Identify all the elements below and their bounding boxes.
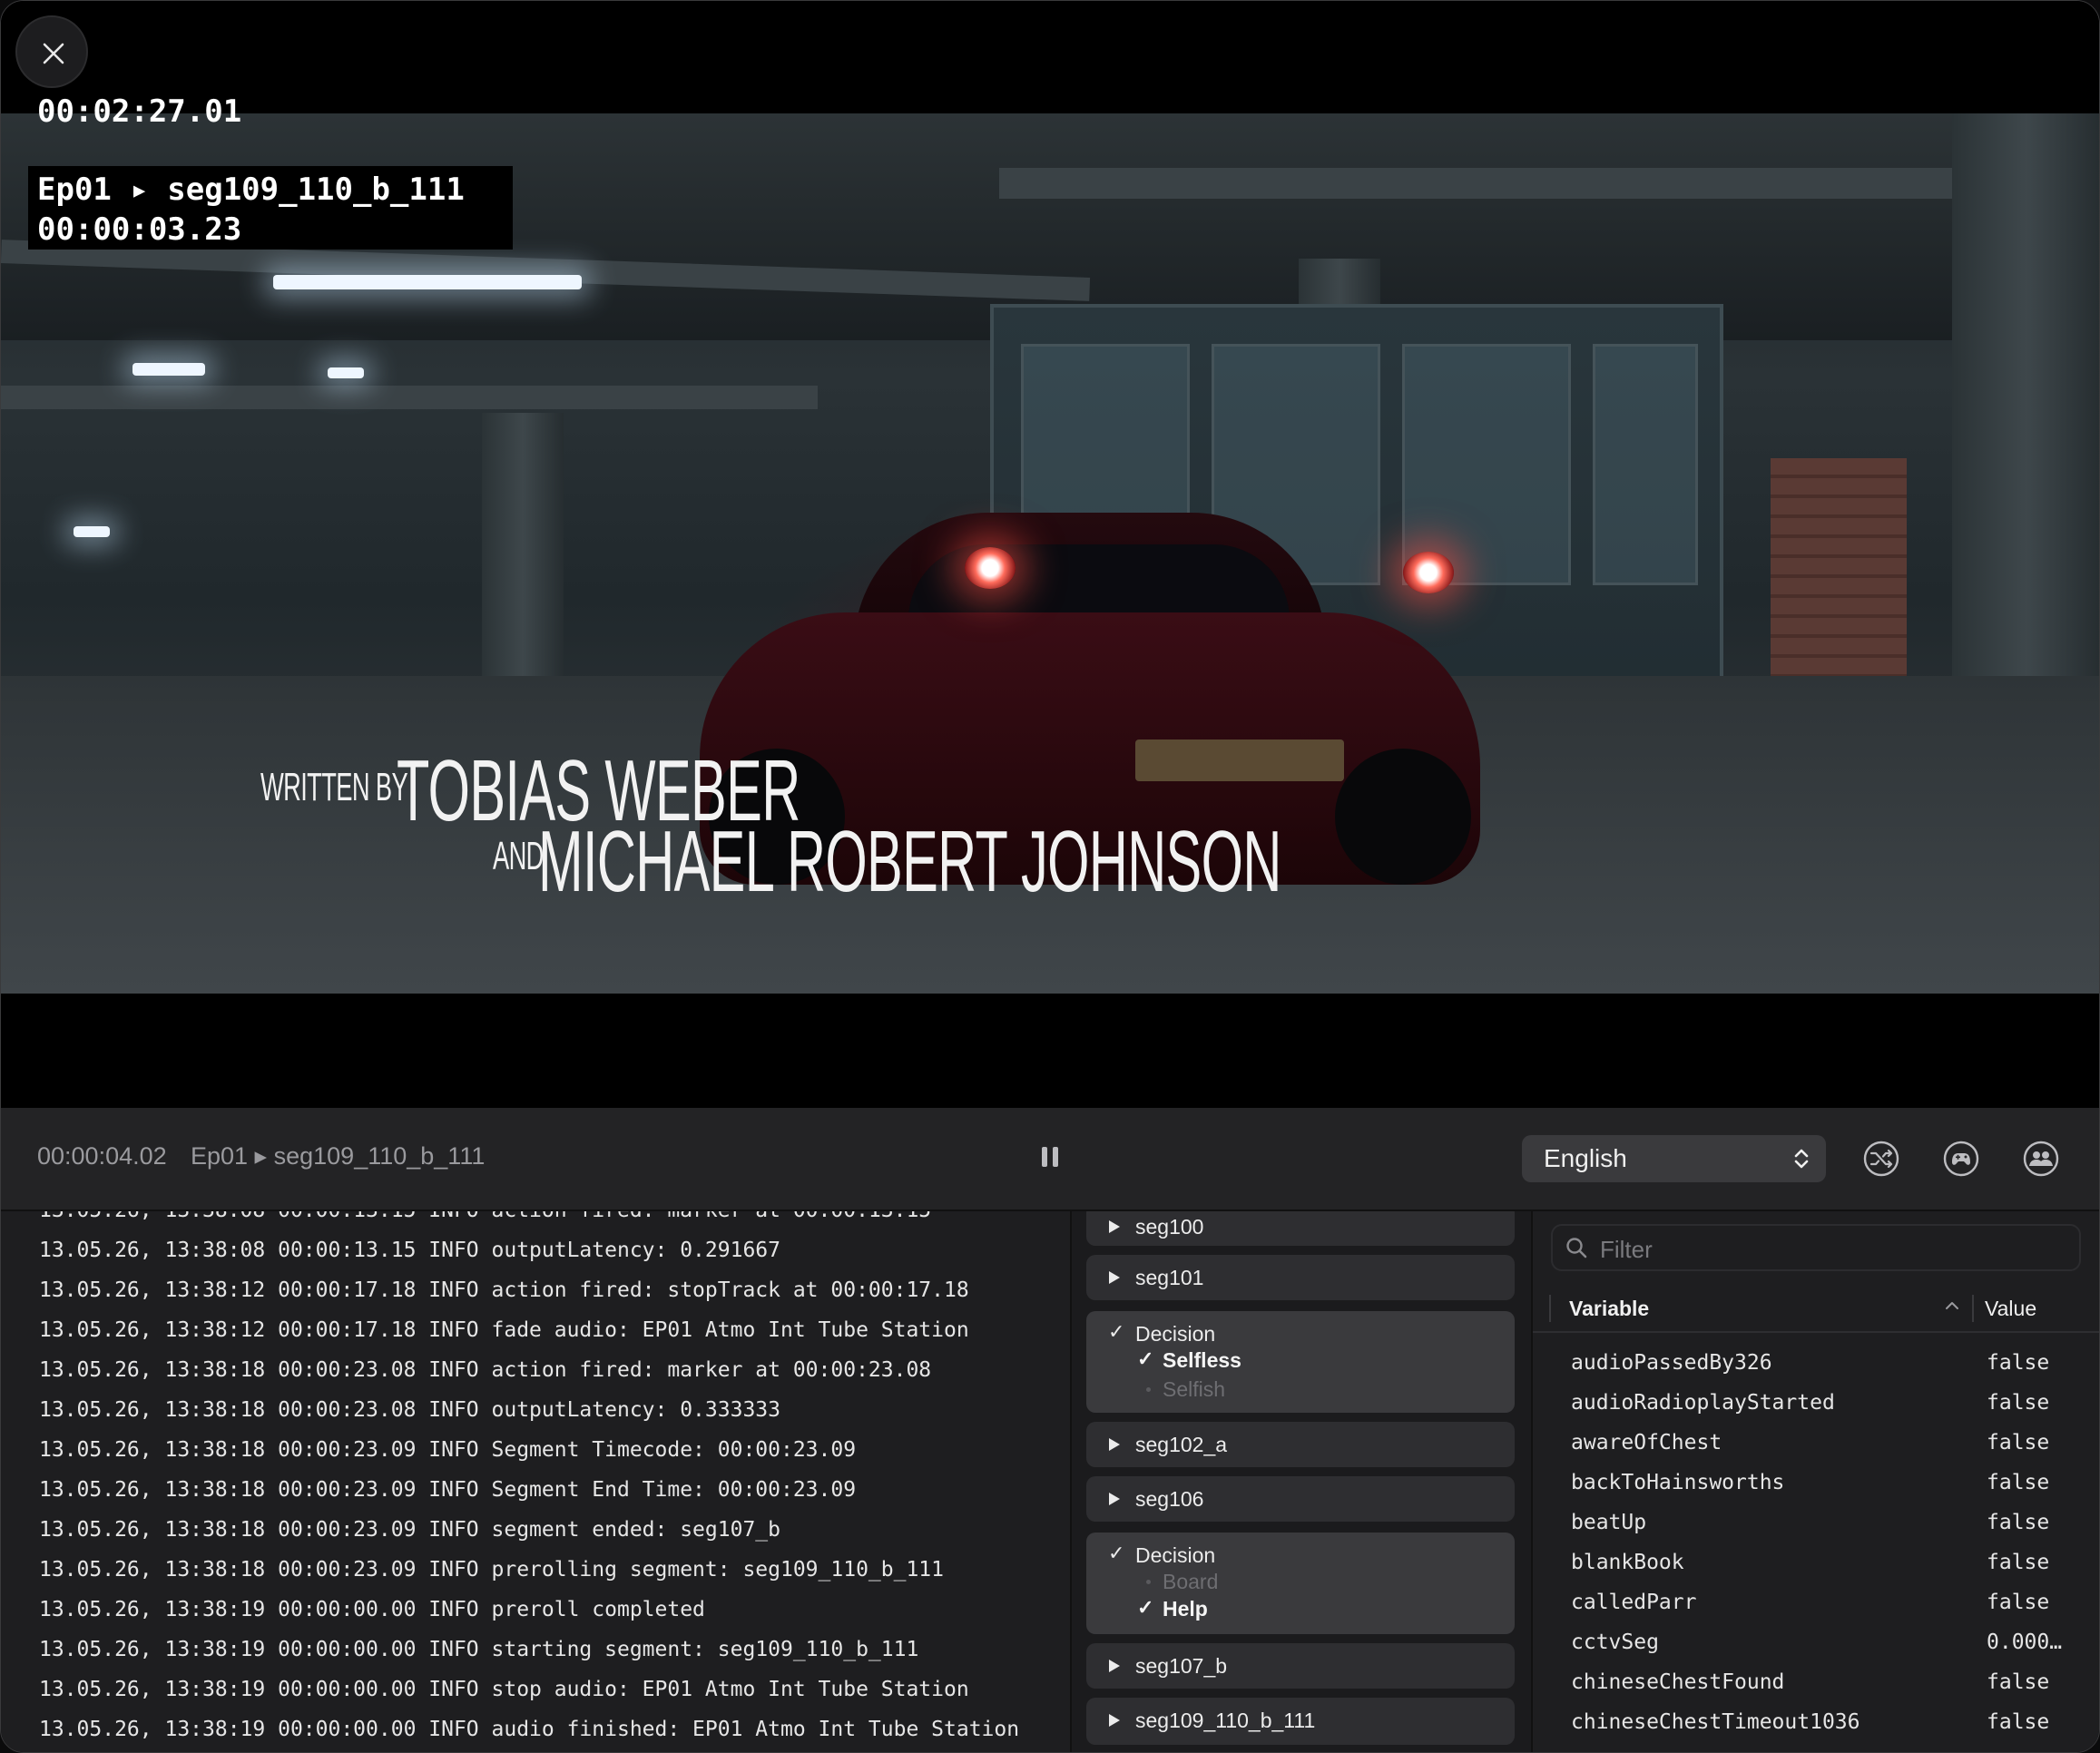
pause-button[interactable] <box>1037 1144 1065 1173</box>
variable-name: cctvSeg <box>1571 1631 1659 1654</box>
disclosure-arrow-icon <box>1109 1438 1120 1451</box>
variable-name: audioPassedBy326 <box>1571 1351 1772 1375</box>
variable-value: false <box>1987 1391 2050 1415</box>
disclosure-arrow-icon <box>1109 1220 1120 1233</box>
segment-item-seg100[interactable]: seg100 <box>1086 1211 1515 1246</box>
language-select[interactable]: English <box>1522 1135 1826 1182</box>
segment-label: seg109_110_b_111 <box>1135 1709 1316 1732</box>
event-log[interactable]: 13.05.26, 13:38:08 00:00:13.15 INFO acti… <box>1 1211 1072 1752</box>
player-toolbar: 00:00:04.02 Ep01 ▸ seg109_110_b_111 Engl… <box>1 1108 2099 1211</box>
decision-item-1[interactable]: ✓ Decision ✓ Selfless Selfish <box>1086 1311 1515 1413</box>
current-time: 00:00:04.02 <box>37 1142 167 1170</box>
variable-value: false <box>1987 1710 2050 1734</box>
variables-table-header: Variable Value <box>1533 1286 2099 1333</box>
segment-label: seg106 <box>1135 1487 1204 1511</box>
bullet-icon <box>1146 1580 1151 1584</box>
segment-label: seg100 <box>1135 1215 1204 1239</box>
variable-name: chineseChestTimeout1036 <box>1571 1710 1860 1734</box>
credit-writer-2: MICHAEL ROBERT JOHNSON <box>538 813 1281 910</box>
variable-value: false <box>1987 1511 2050 1534</box>
filter-input[interactable] <box>1598 1233 2056 1266</box>
segment-item-seg101[interactable]: seg101 <box>1086 1255 1515 1300</box>
log-line: 13.05.26, 13:38:19 00:00:00.00 INFO audi… <box>39 1718 1020 1741</box>
disclosure-arrow-icon <box>1109 1660 1120 1672</box>
shuffle-icon[interactable] <box>1861 1139 1901 1179</box>
variable-name: backToHainsworths <box>1571 1471 1785 1494</box>
variable-value: false <box>1987 1351 2050 1375</box>
variable-name: audioRadioplayStarted <box>1571 1391 1835 1415</box>
log-line: 13.05.26, 13:38:18 00:00:23.09 INFO Segm… <box>39 1478 857 1502</box>
filter-field[interactable] <box>1551 1224 2081 1271</box>
log-line: 13.05.26, 13:38:08 00:00:13.15 INFO outp… <box>39 1239 780 1262</box>
search-icon <box>1566 1238 1587 1258</box>
variable-value: false <box>1987 1471 2050 1494</box>
log-line: 13.05.26, 13:38:12 00:00:17.18 INFO fade… <box>39 1318 969 1342</box>
log-line: 13.05.26, 13:38:18 00:00:23.09 INFO prer… <box>39 1558 944 1582</box>
overlay-segment-box: Ep01 ▸ seg109_110_b_111 00:00:03.23 <box>28 166 513 250</box>
bullet-icon <box>1146 1387 1151 1392</box>
variable-value: false <box>1987 1551 2050 1574</box>
log-line: 13.05.26, 13:38:18 00:00:23.09 INFO Segm… <box>39 1438 857 1462</box>
credit-and: AND <box>493 834 544 878</box>
column-header-value[interactable]: Value <box>1985 1297 2036 1321</box>
variable-value: 0.000… <box>1987 1631 2063 1654</box>
sort-ascending-icon[interactable] <box>1945 1300 1959 1311</box>
segment-label: seg101 <box>1135 1266 1204 1289</box>
log-line: 13.05.26, 13:38:18 00:00:23.08 INFO outp… <box>39 1398 780 1422</box>
segment-item-seg109-110-b-111[interactable]: seg109_110_b_111 <box>1086 1698 1515 1745</box>
disclosure-arrow-icon <box>1109 1493 1120 1505</box>
checkmark-icon: ✓ <box>1137 1596 1154 1619</box>
overlay-segment-time: 00:00:03.23 <box>37 211 242 248</box>
segment-label: seg107_b <box>1135 1654 1228 1678</box>
checkmark-icon: ✓ <box>1137 1347 1154 1370</box>
chevron-up-down-icon <box>1794 1149 1809 1169</box>
variable-value: false <box>1987 1670 2050 1694</box>
gamepad-icon[interactable] <box>1941 1139 1981 1179</box>
decision-item-2[interactable]: ✓ Decision Board ✓ Help <box>1086 1533 1515 1634</box>
close-button[interactable] <box>15 15 88 88</box>
disclosure-arrow-icon <box>1109 1271 1120 1284</box>
decision-option: Selfish <box>1163 1377 1226 1401</box>
log-line: 13.05.26, 13:38:19 00:00:00.00 INFO prer… <box>39 1598 705 1621</box>
decision-option: Board <box>1163 1570 1219 1593</box>
variable-value: false <box>1987 1431 2050 1454</box>
variable-name: beatUp <box>1571 1511 1647 1534</box>
users-icon[interactable] <box>2021 1139 2061 1179</box>
credit-written-by: WRITTEN BY <box>260 765 408 809</box>
variable-name: chineseChestFound <box>1571 1670 1785 1694</box>
log-line: 13.05.26, 13:38:19 00:00:00.00 INFO star… <box>39 1638 919 1661</box>
segment-label: seg102_a <box>1135 1433 1228 1456</box>
overlay-timecode: 00:02:27.01 <box>37 93 242 130</box>
close-icon <box>43 43 64 64</box>
decision-title: Decision <box>1135 1543 1216 1567</box>
disclosure-arrow-icon <box>1109 1714 1120 1727</box>
variables-panel: Variable Value audioPassedBy326 false au… <box>1533 1211 2099 1752</box>
variable-name: calledParr <box>1571 1591 1697 1614</box>
decision-option-selected: Help <box>1163 1597 1208 1621</box>
current-segment-path: Ep01 ▸ seg109_110_b_111 <box>191 1142 486 1170</box>
pause-icon <box>1042 1147 1047 1167</box>
log-line: 13.05.26, 13:38:19 00:00:00.00 INFO stop… <box>39 1678 969 1701</box>
log-line: 13.05.26, 13:38:18 00:00:23.09 INFO segm… <box>39 1518 780 1542</box>
log-line: 13.05.26, 13:38:08 00:00:13.15 INFO acti… <box>39 1211 931 1222</box>
segment-item-seg107-b[interactable]: seg107_b <box>1086 1643 1515 1689</box>
decision-option-selected: Selfless <box>1163 1348 1241 1372</box>
pause-icon-bar <box>1053 1147 1058 1167</box>
language-value: English <box>1544 1144 1627 1172</box>
checkmark-icon: ✓ <box>1108 1320 1125 1343</box>
log-line: 13.05.26, 13:38:18 00:00:23.08 INFO acti… <box>39 1358 932 1382</box>
overlay-segment-path: Ep01 ▸ seg109_110_b_111 <box>37 171 465 208</box>
segment-history[interactable]: seg100 seg101 ✓ Decision ✓ Selfless Self… <box>1072 1211 1533 1752</box>
variable-name: awareOfChest <box>1571 1431 1722 1454</box>
video-player[interactable]: WRITTEN BY TOBIAS WEBER AND MICHAEL ROBE… <box>1 1 2099 1108</box>
segment-item-seg102-a[interactable]: seg102_a <box>1086 1422 1515 1467</box>
player-window: WRITTEN BY TOBIAS WEBER AND MICHAEL ROBE… <box>0 0 2100 1753</box>
decision-title: Decision <box>1135 1322 1216 1346</box>
checkmark-icon: ✓ <box>1108 1542 1125 1564</box>
variable-name: blankBook <box>1571 1551 1684 1574</box>
log-line: 13.05.26, 13:38:12 00:00:17.18 INFO acti… <box>39 1278 969 1302</box>
column-header-variable[interactable]: Variable <box>1569 1297 1649 1321</box>
variable-value: false <box>1987 1591 2050 1614</box>
segment-item-seg106[interactable]: seg106 <box>1086 1476 1515 1522</box>
